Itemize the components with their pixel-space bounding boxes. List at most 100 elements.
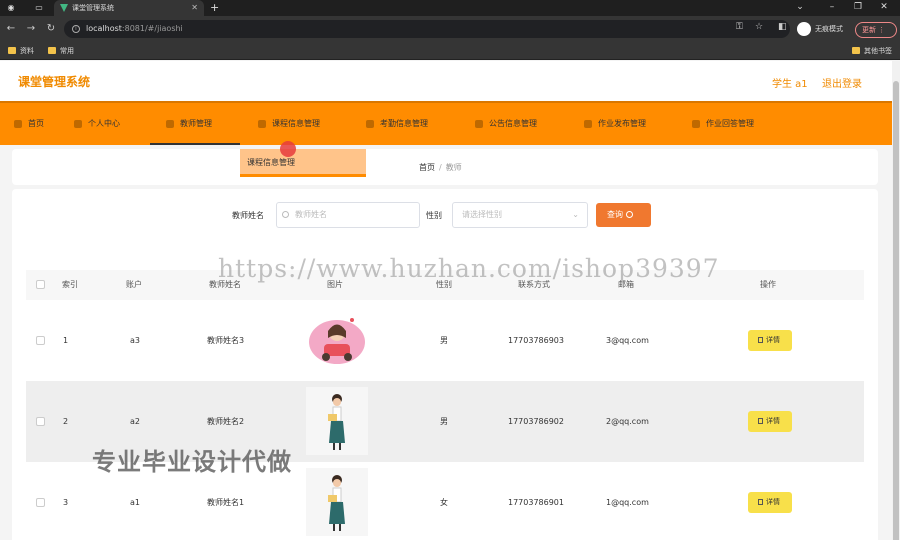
query-button[interactable]: 查询 <box>596 203 651 227</box>
update-button[interactable]: 更新 ⋮ <box>855 22 897 38</box>
detail-button[interactable]: 详情 <box>748 492 792 513</box>
submenu-item-courses[interactable]: 课程信息管理 <box>247 157 295 168</box>
update-label: 更新 <box>862 26 876 34</box>
bookmark-folder[interactable]: 常用 <box>48 42 74 60</box>
teacher-photo-illustration <box>328 475 345 531</box>
forward-icon[interactable]: → <box>25 22 37 36</box>
row-checkbox[interactable] <box>36 498 45 507</box>
browser-tab[interactable]: 课堂管理系统 ✕ <box>54 0 204 16</box>
gender-select[interactable]: 请选择性别 ⌄ <box>452 202 588 228</box>
name-label: 教师姓名 <box>232 211 264 220</box>
cell-phone: 17703786903 <box>508 336 564 345</box>
cell-phone: 17703786901 <box>508 498 564 507</box>
search-icon <box>282 211 289 218</box>
menu-item-attendance[interactable]: 考勤信息管理 <box>366 103 428 145</box>
other-bookmarks[interactable]: 其他书签 <box>852 42 892 60</box>
course-submenu: 课程信息管理 <box>240 149 366 177</box>
watermark-promo: 专业毕业设计代做 <box>92 448 292 476</box>
info-icon[interactable]: i <box>72 25 80 33</box>
reload-icon[interactable]: ↻ <box>45 22 57 36</box>
incognito-indicator[interactable]: 无痕模式 <box>797 21 843 37</box>
teacher-photo <box>306 468 368 536</box>
bookmark-label: 资料 <box>20 47 34 55</box>
breadcrumb-panel: 首页 / 教师 <box>12 149 878 185</box>
address-bar-row: ← → ↻ i localhost:8081/#/jiaoshi <box>0 16 900 42</box>
minimize-icon[interactable]: – <box>822 0 842 14</box>
home-icon <box>14 120 22 128</box>
cell-gender: 女 <box>440 498 448 507</box>
cell-email: 1@qq.com <box>606 498 649 507</box>
teacher-photo <box>306 387 368 455</box>
chevron-down-icon: ⌄ <box>572 210 579 219</box>
cell-name: 教师姓名3 <box>207 336 245 345</box>
header-index: 索引 <box>62 280 78 289</box>
bookmark-folder[interactable]: 资料 <box>8 42 34 60</box>
document-icon <box>758 499 763 505</box>
cell-phone: 17703786902 <box>508 417 564 426</box>
detail-label: 详情 <box>766 498 780 506</box>
menu-item-label: 公告信息管理 <box>489 119 537 128</box>
table-row: 1 a3 教师姓名3 男 17703786903 3@qq.com 详情 <box>26 300 864 381</box>
close-icon[interactable]: ✕ <box>191 0 198 16</box>
cell-index: 1 <box>63 336 69 345</box>
cell-account: a3 <box>130 336 140 345</box>
answer-icon <box>692 120 700 128</box>
bookmarks-bar: 资料 常用 其他书签 <box>0 42 900 60</box>
cell-gender: 男 <box>440 336 448 345</box>
main-menu: 首页 个人中心 教师管理 课程信息管理 考勤信息管理 公告信息管理 作业发布管理 <box>0 101 892 145</box>
tab-search-icon[interactable]: ⌄ <box>790 0 810 14</box>
page-scrollbar[interactable] <box>892 61 900 540</box>
teacher-name-input[interactable]: 教师姓名 <box>276 202 420 228</box>
maximize-icon[interactable]: ❐ <box>848 0 868 14</box>
query-label: 查询 <box>607 210 623 219</box>
tab-overview-icon[interactable]: ▭ <box>34 3 44 13</box>
new-tab-icon[interactable]: + <box>210 0 219 15</box>
breadcrumb-current: 教师 <box>445 163 462 172</box>
menu-item-label: 作业回答管理 <box>706 119 754 128</box>
header-account: 账户 <box>126 280 142 289</box>
menu-item-home[interactable]: 首页 <box>14 103 44 145</box>
url-field[interactable]: i localhost:8081/#/jiaoshi <box>64 20 790 38</box>
loading-icon <box>626 211 633 218</box>
menu-item-label: 教师管理 <box>180 119 212 128</box>
row-checkbox[interactable] <box>36 417 45 426</box>
detail-button[interactable]: 详情 <box>748 330 792 351</box>
menu-item-notices[interactable]: 公告信息管理 <box>475 103 537 145</box>
row-checkbox[interactable] <box>36 336 45 345</box>
cell-gender: 男 <box>440 417 448 426</box>
menu-item-courses[interactable]: 课程信息管理 <box>258 103 320 145</box>
homework-icon <box>584 120 592 128</box>
detail-button[interactable]: 详情 <box>748 411 792 432</box>
attendance-icon <box>366 120 374 128</box>
app-title: 课堂管理系统 <box>18 75 91 89</box>
breadcrumb-home[interactable]: 首页 <box>419 163 435 172</box>
star-icon[interactable]: ☆ <box>755 22 763 32</box>
vue-favicon-icon <box>60 4 68 12</box>
menu-item-profile[interactable]: 个人中心 <box>74 103 120 145</box>
bookmark-label: 常用 <box>60 47 74 55</box>
menu-item-label: 考勤信息管理 <box>380 119 428 128</box>
notice-icon <box>475 120 483 128</box>
scrollbar-thumb[interactable] <box>893 81 899 540</box>
teacher-table: 索引 账户 教师姓名 图片 性别 联系方式 邮箱 操作 1 a3 教师姓名3 男… <box>26 270 864 540</box>
folder-icon <box>48 47 56 54</box>
menu-item-teachers[interactable]: 教师管理 <box>150 103 240 145</box>
current-user: 学生 a1 <box>772 79 808 90</box>
teacher-photo-illustration <box>309 318 365 364</box>
teacher-icon <box>166 120 174 128</box>
gender-label: 性别 <box>426 211 442 220</box>
key-icon[interactable]: ⚿ <box>736 22 743 32</box>
select-all-checkbox[interactable] <box>36 280 45 289</box>
menu-item-homework[interactable]: 作业发布管理 <box>584 103 646 145</box>
logout-link[interactable]: 退出登录 <box>822 75 862 90</box>
app-header: 课堂管理系统 学生 a1 退出登录 <box>0 61 892 101</box>
menu-item-label: 个人中心 <box>88 119 120 128</box>
back-icon[interactable]: ← <box>5 22 17 36</box>
sidepanel-icon[interactable]: ◧ <box>778 22 787 32</box>
browser-menu-icon[interactable]: ◉ <box>6 3 16 13</box>
detail-label: 详情 <box>766 336 780 344</box>
teacher-photo-illustration <box>328 394 345 450</box>
menu-item-answers[interactable]: 作业回答管理 <box>692 103 754 145</box>
cell-email: 3@qq.com <box>606 336 649 345</box>
window-close-icon[interactable]: ✕ <box>874 0 894 14</box>
